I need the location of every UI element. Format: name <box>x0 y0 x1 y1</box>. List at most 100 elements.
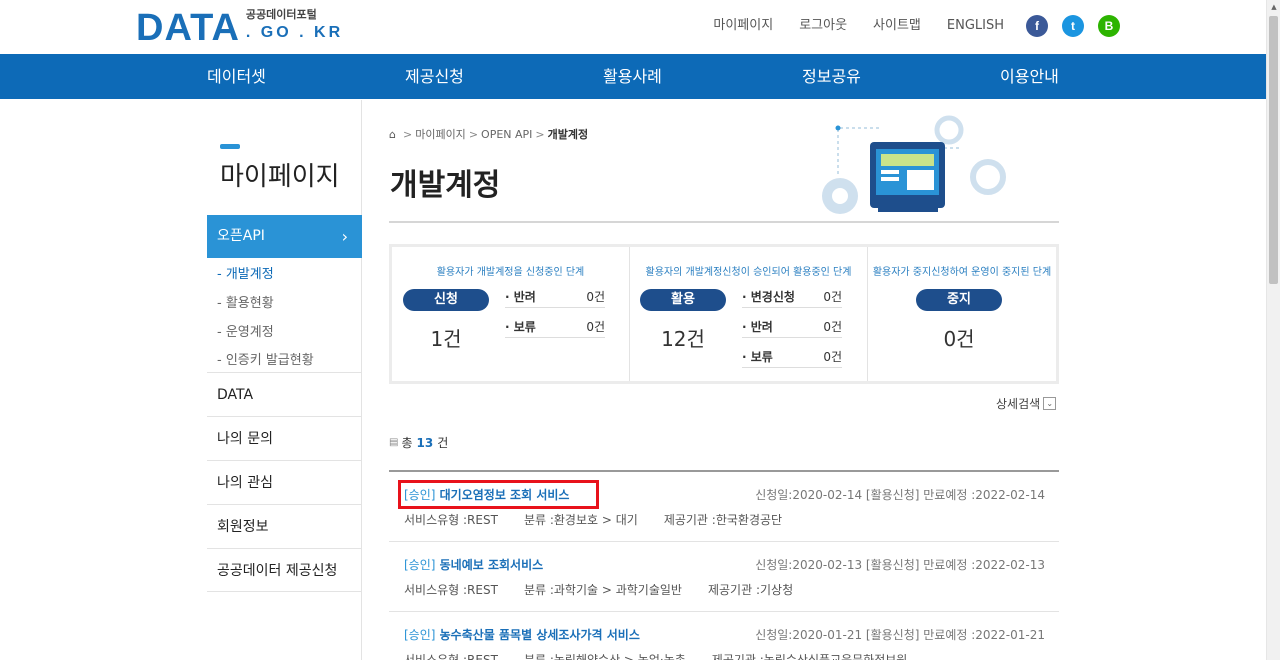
status-summary-panel: 활용자가 개발계정을 신청중인 단계 신청 1건 · 반려 0건 · 보류 0건… <box>389 244 1059 384</box>
status-sub-change-request: · 변경신청 0건 <box>742 288 842 308</box>
nav-item-request[interactable]: 제공신청 <box>405 54 464 99</box>
gear-small-top-icon <box>934 115 964 145</box>
provider: 제공기관 :농림수산식품교육문화정보원 <box>711 653 908 660</box>
gear-large-icon <box>822 178 858 214</box>
total-count: ▤ 총 13 건 <box>389 435 449 451</box>
blog-icon[interactable]: B <box>1098 15 1120 37</box>
status-apply: 활용자가 개발계정을 신청중인 단계 신청 1건 · 반려 0건 · 보류 0건 <box>392 247 630 381</box>
sidebar: 마이페이지 오픈API › - 개발계정 - 활용현황 - 운영계정 - 인증키… <box>207 100 362 660</box>
utility-nav: 마이페이지 로그아웃 사이트맵 ENGLISH f t B <box>687 14 1120 38</box>
status-stop-count[interactable]: 0건 <box>916 323 1002 352</box>
twitter-icon[interactable]: t <box>1062 15 1084 37</box>
status-use: 활용자의 개발계정신청이 승인되어 활용중인 단계 활용 12건 · 변경신청 … <box>630 247 868 381</box>
english-link[interactable]: ENGLISH <box>947 14 1004 38</box>
facebook-icon[interactable]: f <box>1026 15 1048 37</box>
status-apply-count[interactable]: 1건 <box>403 323 489 352</box>
list-item-title[interactable]: [승인] 농수축산물 품목별 상세조사가격 서비스 <box>404 626 640 643</box>
approval-tag: [승인] <box>404 488 436 502</box>
category: 분류 :과학기술 > 과학기술일반 <box>523 583 682 597</box>
nav-item-guide[interactable]: 이용안내 <box>1000 54 1059 99</box>
category: 분류 :환경보호 > 대기 <box>523 513 638 527</box>
title-divider <box>389 221 1059 223</box>
top-header: DATA 공공데이터포털 . GO . KR 마이페이지 로그아웃 사이트맵 E… <box>0 0 1266 54</box>
service-type: 서비스유형 :REST <box>404 513 498 527</box>
monitor-icon <box>870 142 945 212</box>
status-apply-badge: 신청 <box>403 289 489 311</box>
sidebar-item-open-api[interactable]: 오픈API › <box>207 215 362 258</box>
document-icon: ▤ <box>389 437 399 448</box>
approval-tag: [승인] <box>404 558 436 572</box>
sidebar-sub-usage[interactable]: - 활용현황 <box>217 292 274 311</box>
sidebar-sub-key-status[interactable]: - 인증키 발급현황 <box>217 349 314 368</box>
list-item-dates: 신청일:2020-01-21 [활용신청] 만료예정 :2022-01-21 <box>755 628 1045 642</box>
nav-item-info-share[interactable]: 정보공유 <box>802 54 861 99</box>
sidebar-item-data-request[interactable]: 공공데이터 제공신청 <box>207 548 362 592</box>
advanced-search-toggle[interactable]: 상세검색 ⌄ <box>996 395 1057 412</box>
sitemap-link[interactable]: 사이트맵 <box>873 14 921 38</box>
chevron-right-icon: › <box>341 227 348 246</box>
list-item: [승인] 동네예보 조회서비스 신청일:2020-02-13 [활용신청] 만료… <box>389 542 1059 612</box>
logout-link[interactable]: 로그아웃 <box>799 14 847 38</box>
service-type: 서비스유형 :REST <box>404 653 498 660</box>
service-type: 서비스유형 :REST <box>404 583 498 597</box>
page-title: 개발계정 <box>390 168 501 203</box>
breadcrumb-open-api[interactable]: OPEN API <box>481 128 532 141</box>
nav-item-cases[interactable]: 활용사례 <box>603 54 662 99</box>
scroll-up-arrow-icon[interactable]: ▲ <box>1267 0 1280 14</box>
chevron-down-icon: ⌄ <box>1043 397 1057 410</box>
sidebar-item-my-interest[interactable]: 나의 관심 <box>207 460 362 504</box>
provider: 제공기관 :기상청 <box>707 583 794 597</box>
sidebar-item-label: 오픈API <box>217 228 265 244</box>
category: 분류 :농림해양수산 > 농업·농촌 <box>523 653 686 660</box>
site-logo[interactable]: DATA 공공데이터포털 . GO . KR <box>136 8 343 48</box>
breadcrumb-separator: > <box>402 127 413 141</box>
logo-domain: . GO . KR <box>245 24 344 41</box>
sidebar-title-accent <box>220 144 240 149</box>
sidebar-item-data[interactable]: DATA <box>207 372 362 416</box>
status-sub-rejected: · 반려 0건 <box>742 318 842 338</box>
sidebar-sub-dev-account[interactable]: - 개발계정 <box>217 263 274 282</box>
gear-small-right-icon <box>970 159 1006 195</box>
status-description: 활용자의 개발계정신청이 승인되어 활용중인 단계 <box>645 267 852 278</box>
home-icon[interactable]: ⌂ <box>389 128 396 141</box>
sidebar-item-member-info[interactable]: 회원정보 <box>207 504 362 548</box>
advanced-search-label: 상세검색 <box>996 397 1041 411</box>
scroll-thumb[interactable] <box>1269 16 1278 284</box>
main-nav: 데이터셋 제공신청 활용사례 정보공유 이용안내 <box>0 54 1266 99</box>
connector-dot-icon <box>835 125 841 131</box>
logo-korean-name: 공공데이터포털 <box>245 8 317 21</box>
list-item-meta: 서비스유형 :REST 분류 :과학기술 > 과학기술일반 제공기관 :기상청 <box>404 581 819 598</box>
sidebar-sub-ops-account[interactable]: - 운영계정 <box>217 321 274 340</box>
status-sub-on-hold: · 보류 0건 <box>742 348 842 368</box>
list-item-meta: 서비스유형 :REST 분류 :농림해양수산 > 농업·농촌 제공기관 :농림수… <box>404 651 933 660</box>
status-stop-badge: 중지 <box>916 289 1002 311</box>
logo-wordmark: DATA <box>136 7 240 49</box>
breadcrumb-mypage[interactable]: 마이페이지 <box>415 126 466 142</box>
breadcrumb: ⌂ > 마이페이지 > OPEN API > 개발계정 <box>389 126 588 142</box>
list-item-title[interactable]: [승인] 대기오염정보 조회 서비스 <box>397 480 600 509</box>
status-use-badge: 활용 <box>640 289 726 311</box>
breadcrumb-separator: > <box>535 127 545 141</box>
list-item: [승인] 농수축산물 품목별 상세조사가격 서비스 신청일:2020-01-21… <box>389 612 1059 660</box>
list-item-title[interactable]: [승인] 동네예보 조회서비스 <box>404 556 543 573</box>
status-stop: 활용자가 중지신청하여 운영이 중지된 단계 중지 0건 <box>868 247 1056 381</box>
status-use-count[interactable]: 12건 <box>640 323 726 352</box>
total-count-number: 13 <box>416 435 434 450</box>
provider: 제공기관 :한국환경공단 <box>663 513 783 527</box>
list-item: [승인] 대기오염정보 조회 서비스 신청일:2020-02-14 [활용신청]… <box>389 472 1059 542</box>
sidebar-item-my-inquiry[interactable]: 나의 문의 <box>207 416 362 460</box>
list-item-dates: 신청일:2020-02-13 [활용신청] 만료예정 :2022-02-13 <box>755 558 1045 572</box>
nav-item-dataset[interactable]: 데이터셋 <box>207 54 266 99</box>
mypage-link[interactable]: 마이페이지 <box>713 14 773 38</box>
status-description: 활용자가 개발계정을 신청중인 단계 <box>436 267 585 278</box>
approval-tag: [승인] <box>404 628 436 642</box>
vertical-scrollbar[interactable]: ▲ <box>1266 0 1280 660</box>
status-sub-on-hold: · 보류 0건 <box>505 318 605 338</box>
developer-illustration <box>822 115 1006 214</box>
list-item-dates: 신청일:2020-02-14 [활용신청] 만료예정 :2022-02-14 <box>755 488 1045 502</box>
sidebar-title: 마이페이지 <box>220 162 340 192</box>
breadcrumb-separator: > <box>468 127 479 141</box>
status-sub-rejected: · 반려 0건 <box>505 288 605 308</box>
breadcrumb-current: 개발계정 <box>547 128 589 141</box>
list-item-meta: 서비스유형 :REST 분류 :환경보호 > 대기 제공기관 :한국환경공단 <box>404 511 808 528</box>
